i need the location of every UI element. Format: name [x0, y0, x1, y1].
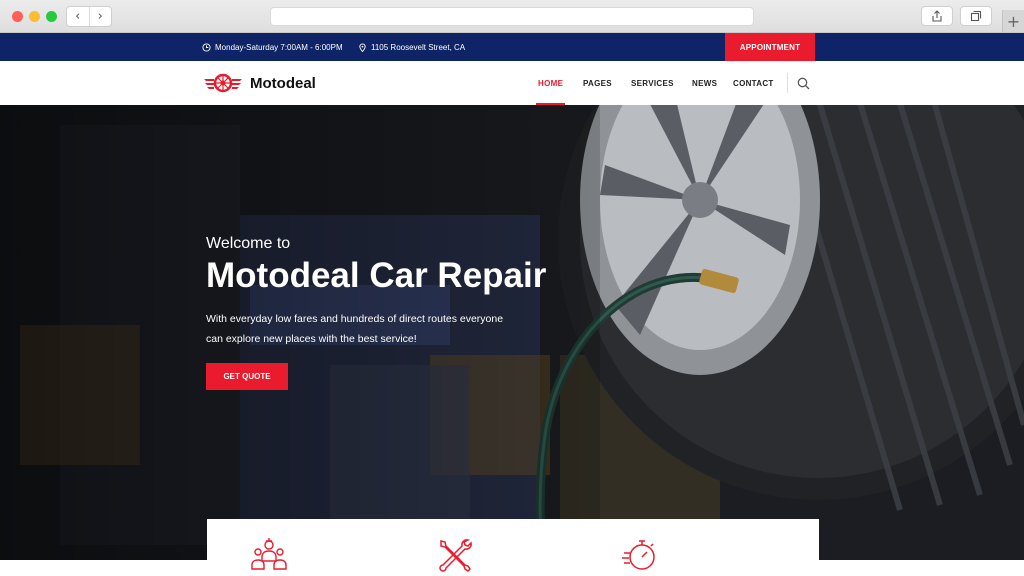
opening-hours-text: Monday-Saturday 7:00AM - 6:00PM	[215, 42, 343, 52]
clock-icon	[202, 42, 211, 52]
close-window-button[interactable]	[12, 11, 23, 22]
hero-description-line-1: With everyday low fares and hundreds of …	[206, 313, 504, 325]
share-button[interactable]	[921, 6, 953, 26]
zoom-window-button[interactable]	[46, 11, 57, 22]
forward-button[interactable]: ›	[90, 7, 112, 26]
history-nav: ‹ ›	[66, 6, 112, 27]
nav-services[interactable]: SERVICES	[631, 61, 674, 105]
address: 1105 Roosevelt Street, CA	[358, 33, 465, 61]
wrench-screwdriver-icon	[439, 539, 472, 572]
hero-description-line-2: can explore new places with the best ser…	[206, 333, 417, 345]
nav-pages[interactable]: PAGES	[583, 61, 612, 105]
tab-overview-button[interactable]	[960, 6, 992, 26]
logo-text: Motodeal	[250, 74, 316, 92]
mechanics-team-icon	[251, 538, 287, 570]
stopwatch-icon	[622, 540, 655, 570]
new-tab-button[interactable]: +	[1002, 10, 1024, 32]
address-bar[interactable]	[270, 7, 754, 26]
appointment-button[interactable]: APPOINTMENT	[725, 33, 815, 61]
site-logo[interactable]: Motodeal	[202, 71, 316, 95]
opening-hours: Monday-Saturday 7:00AM - 6:00PM	[202, 33, 343, 61]
nav-home[interactable]: HOME	[535, 61, 566, 105]
address-text: 1105 Roosevelt Street, CA	[371, 42, 466, 52]
search-icon[interactable]	[797, 77, 810, 90]
hero-section: Welcome to Motodeal Car Repair With ever…	[0, 105, 1024, 560]
get-quote-button[interactable]: GET QUOTE	[206, 363, 288, 390]
tabs-icon	[970, 10, 982, 22]
minimize-window-button[interactable]	[29, 11, 40, 22]
nav-divider	[787, 73, 788, 93]
back-button[interactable]: ‹	[67, 7, 90, 26]
browser-toolbar: ‹ › +	[0, 0, 1024, 33]
hero-title: Motodeal Car Repair	[206, 256, 547, 295]
top-info-bar: Monday-Saturday 7:00AM - 6:00PM 1105 Roo…	[0, 33, 1024, 61]
site-header: Motodeal HOME PAGES SERVICES NEWS CONTAC…	[0, 61, 1024, 105]
nav-contact[interactable]: CONTACT	[733, 61, 774, 105]
winged-wheel-logo-icon	[204, 73, 242, 93]
location-pin-icon	[359, 43, 366, 52]
hero-welcome: Welcome to	[206, 235, 291, 252]
hero-description: With everyday low fares and hundreds of …	[206, 309, 536, 349]
nav-news[interactable]: NEWS	[692, 61, 717, 105]
services-card	[207, 519, 819, 576]
share-icon	[932, 10, 942, 22]
